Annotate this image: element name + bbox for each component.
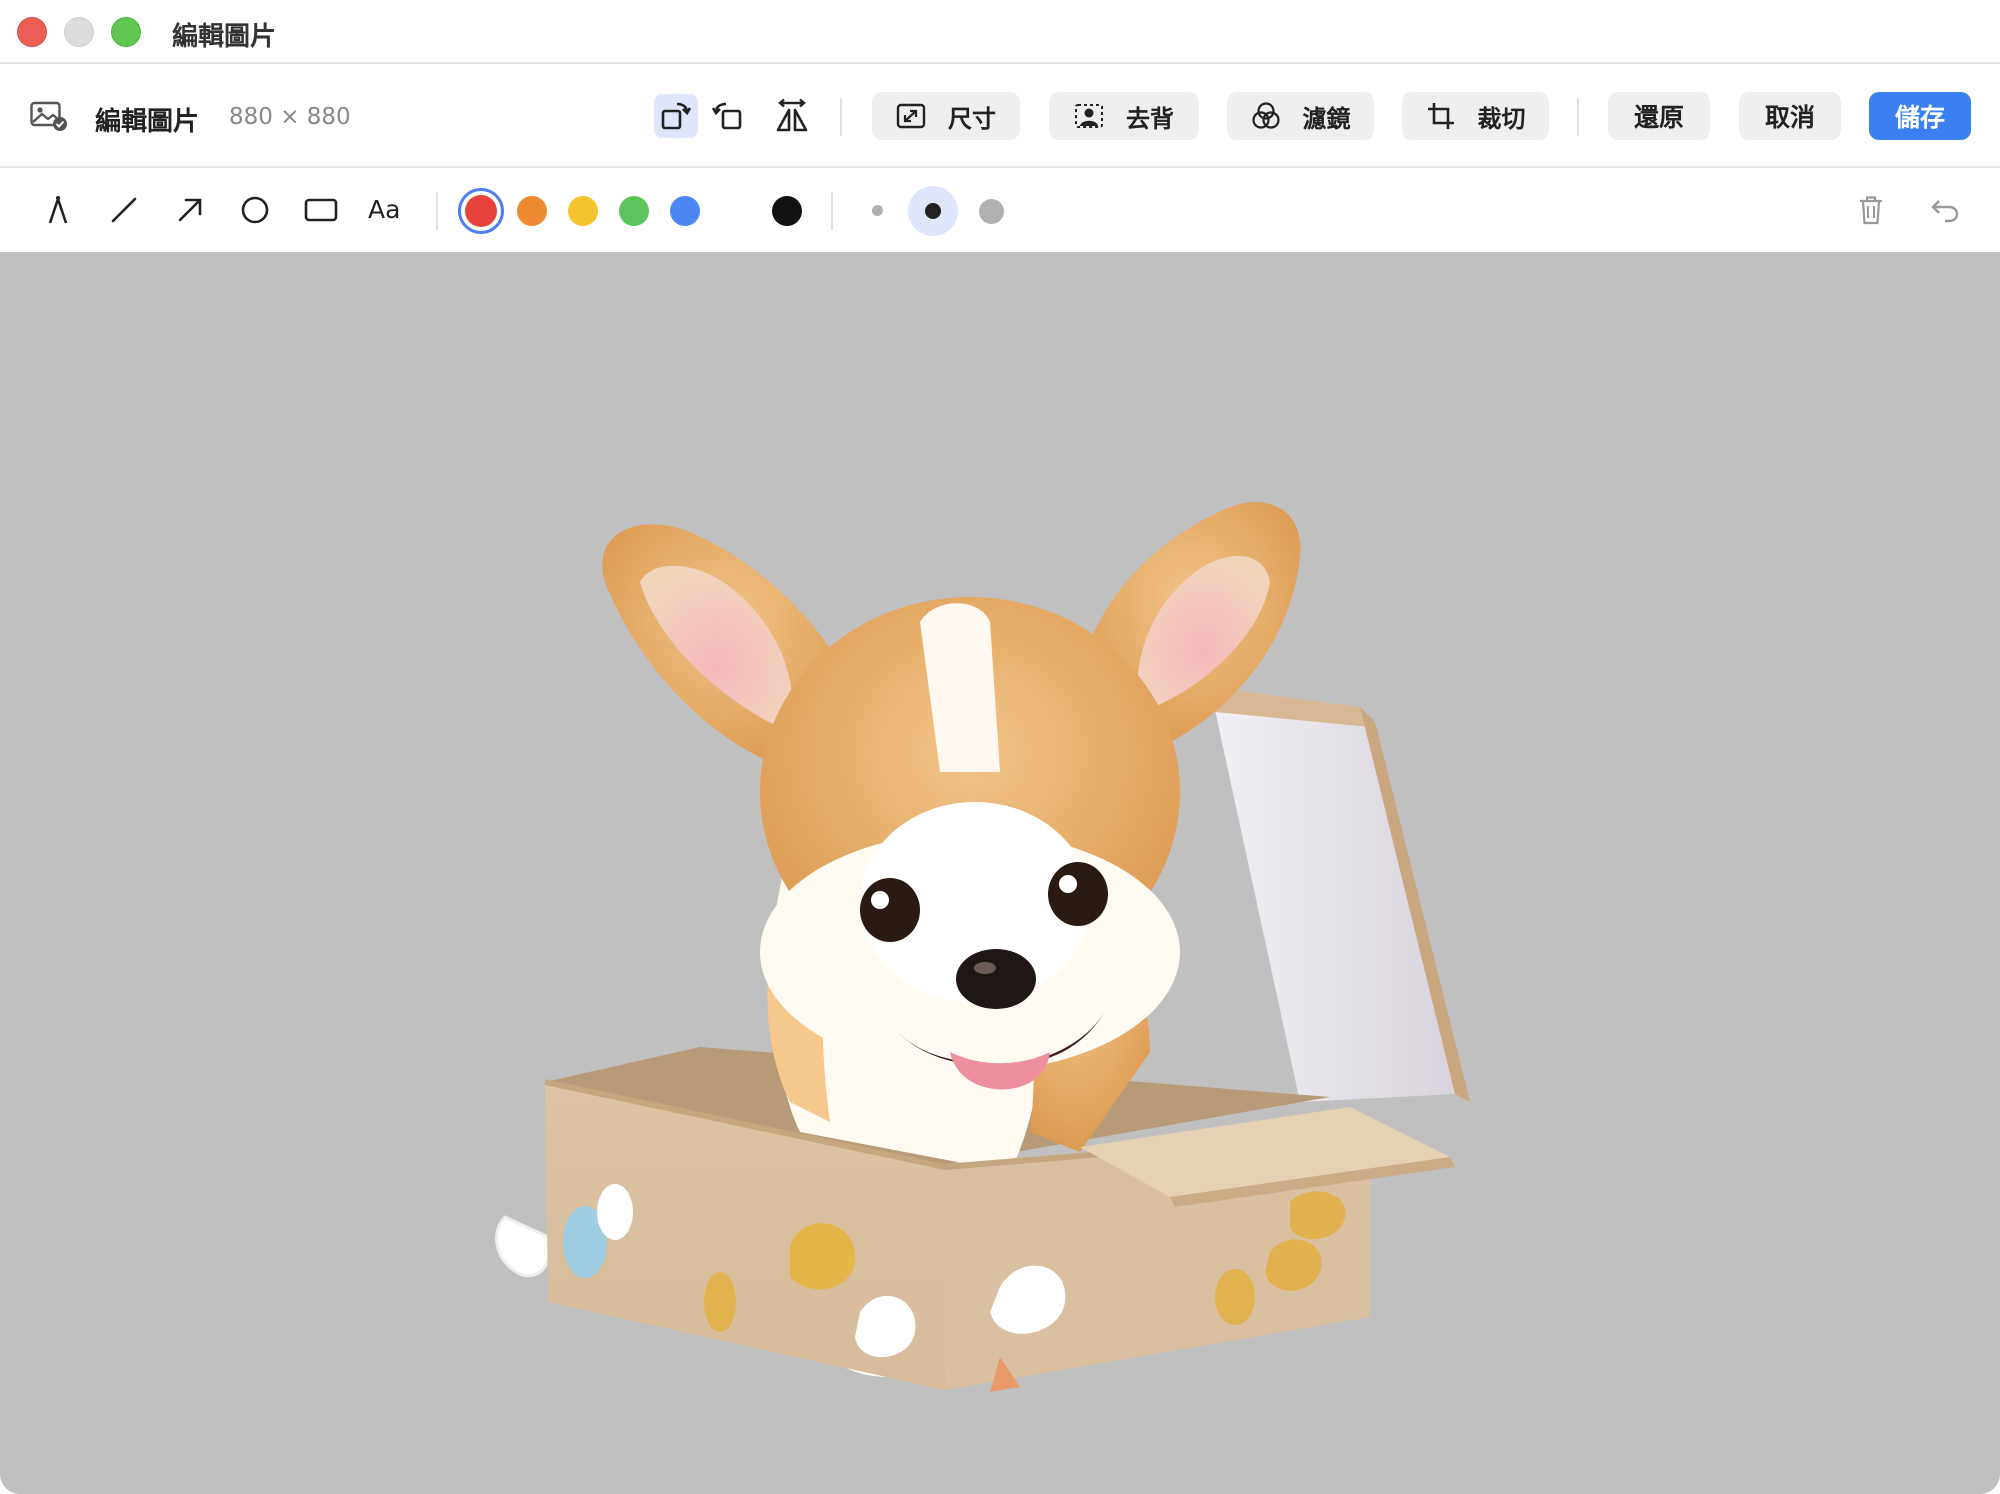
color-swatch-green[interactable] (619, 196, 649, 226)
toolbar-divider (831, 192, 833, 230)
crop-icon (1427, 103, 1454, 129)
annotation-toolbar: Aa (0, 168, 2000, 252)
trash-icon (1860, 196, 1882, 225)
document-title: 編輯圖片 (95, 107, 200, 137)
resize-label: 尺寸 (948, 104, 996, 133)
pen-tool-button[interactable] (38, 190, 78, 230)
arrow-icon (178, 198, 202, 222)
corgi-in-box-image (495, 502, 1470, 1392)
filter-button[interactable]: 濾鏡 (1227, 92, 1374, 140)
rotate-left-button[interactable] (654, 94, 698, 138)
ellipse-tool-button[interactable] (235, 190, 275, 230)
remove-background-icon (1075, 104, 1103, 128)
color-swatch-red[interactable] (458, 188, 504, 234)
filter-icon (1251, 102, 1280, 129)
rectangle-tool-button[interactable] (301, 190, 341, 230)
color-swatch-orange[interactable] (517, 196, 547, 226)
toolbar-divider (840, 98, 842, 136)
title-bar: 編輯圖片 (0, 0, 2000, 64)
delete-annotation-button[interactable] (1851, 190, 1891, 230)
image-dimensions: 880 × 880 (229, 104, 351, 130)
line-icon (111, 197, 137, 223)
image-edit-icon (30, 101, 67, 131)
edit-image-window: 編輯圖片 編輯圖片 880 × 880 尺寸 去背 濾鏡 裁切 還原 取消 儲存… (0, 0, 2000, 1494)
toolbar-divider (1577, 98, 1579, 136)
color-swatch-blue[interactable] (670, 196, 700, 226)
flip-horizontal-button[interactable] (770, 94, 814, 138)
text-tool-button[interactable]: Aa (368, 195, 400, 224)
undo-icon (1931, 200, 1959, 223)
filter-label: 濾鏡 (1302, 104, 1351, 133)
minimize-button[interactable] (64, 17, 94, 47)
flip-horizontal-icon (776, 98, 808, 132)
rotate-left-icon (661, 102, 692, 130)
color-swatch-red-fill (465, 195, 497, 227)
pen-icon (48, 196, 68, 224)
resize-button[interactable]: 尺寸 (872, 92, 1020, 140)
rotate-right-icon (711, 102, 742, 130)
save-button[interactable]: 儲存 (1869, 92, 1971, 140)
ellipse-icon (241, 196, 269, 224)
color-swatch-black[interactable] (772, 196, 802, 226)
color-swatch-yellow[interactable] (568, 196, 598, 226)
undo-button[interactable] (1925, 190, 1965, 230)
remove-background-label: 去背 (1126, 104, 1174, 133)
window-title: 編輯圖片 (172, 22, 277, 52)
crop-label: 裁切 (1477, 104, 1526, 133)
image-canvas[interactable] (0, 252, 2000, 1494)
line-tool-button[interactable] (104, 190, 144, 230)
main-toolbar: 編輯圖片 880 × 880 尺寸 去背 濾鏡 裁切 還原 取消 儲存 (0, 64, 2000, 168)
remove-background-button[interactable]: 去背 (1049, 92, 1199, 140)
stroke-size-medium[interactable] (925, 203, 941, 219)
rotate-right-button[interactable] (705, 94, 749, 138)
arrow-tool-button[interactable] (170, 190, 210, 230)
crop-button[interactable]: 裁切 (1402, 92, 1549, 140)
resize-icon (896, 103, 926, 129)
toolbar-divider (436, 192, 438, 230)
cancel-button[interactable]: 取消 (1739, 92, 1841, 140)
close-button[interactable] (17, 17, 47, 47)
rectangle-icon (304, 198, 338, 222)
stroke-size-small[interactable] (872, 205, 883, 216)
stroke-size-large[interactable] (979, 199, 1004, 224)
zoom-button[interactable] (111, 17, 141, 47)
revert-button[interactable]: 還原 (1608, 92, 1710, 140)
